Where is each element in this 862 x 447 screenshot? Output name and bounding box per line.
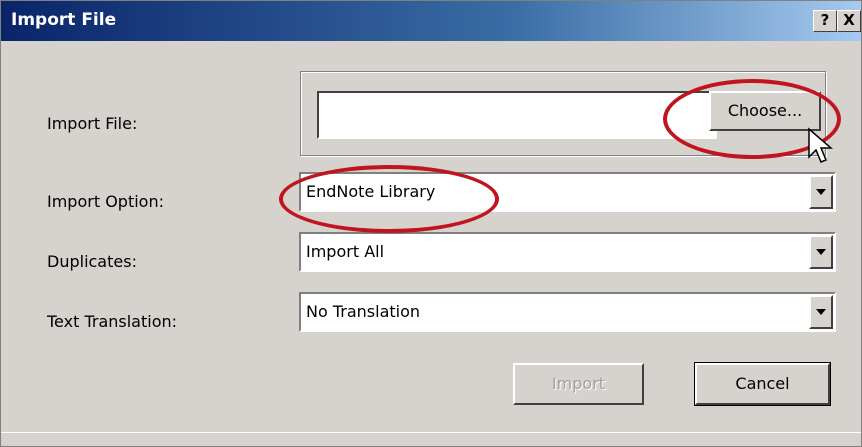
import-option-label: Import Option: [47,192,164,211]
import-button[interactable]: Import [513,363,644,405]
chevron-down-icon [816,249,826,255]
duplicates-label: Duplicates: [47,252,137,271]
duplicates-dropdown-button[interactable] [809,235,833,269]
window-title: Import File [11,10,117,30]
divider [1,432,861,433]
duplicates-value: Import All [306,242,385,261]
text-translation-select[interactable]: No Translation [299,292,836,332]
highlight-circle-import-option [279,165,499,233]
duplicates-select[interactable]: Import All [299,232,836,272]
help-button[interactable]: ? [813,10,837,32]
text-translation-value: No Translation [306,302,421,321]
cursor-icon [808,127,833,163]
import-file-path-field[interactable] [317,91,717,139]
text-translation-label: Text Translation: [47,312,178,331]
title-bar[interactable]: Import File ? X [1,1,861,41]
import-file-dialog: Import File ? X Import File: Import Opti… [0,0,862,447]
import-option-dropdown-button[interactable] [809,175,833,209]
cancel-button[interactable]: Cancel [694,362,831,406]
text-translation-dropdown-button[interactable] [809,295,833,329]
close-button[interactable]: X [837,10,861,32]
import-file-label: Import File: [47,114,138,133]
chevron-down-icon [816,189,826,195]
chevron-down-icon [816,309,826,315]
